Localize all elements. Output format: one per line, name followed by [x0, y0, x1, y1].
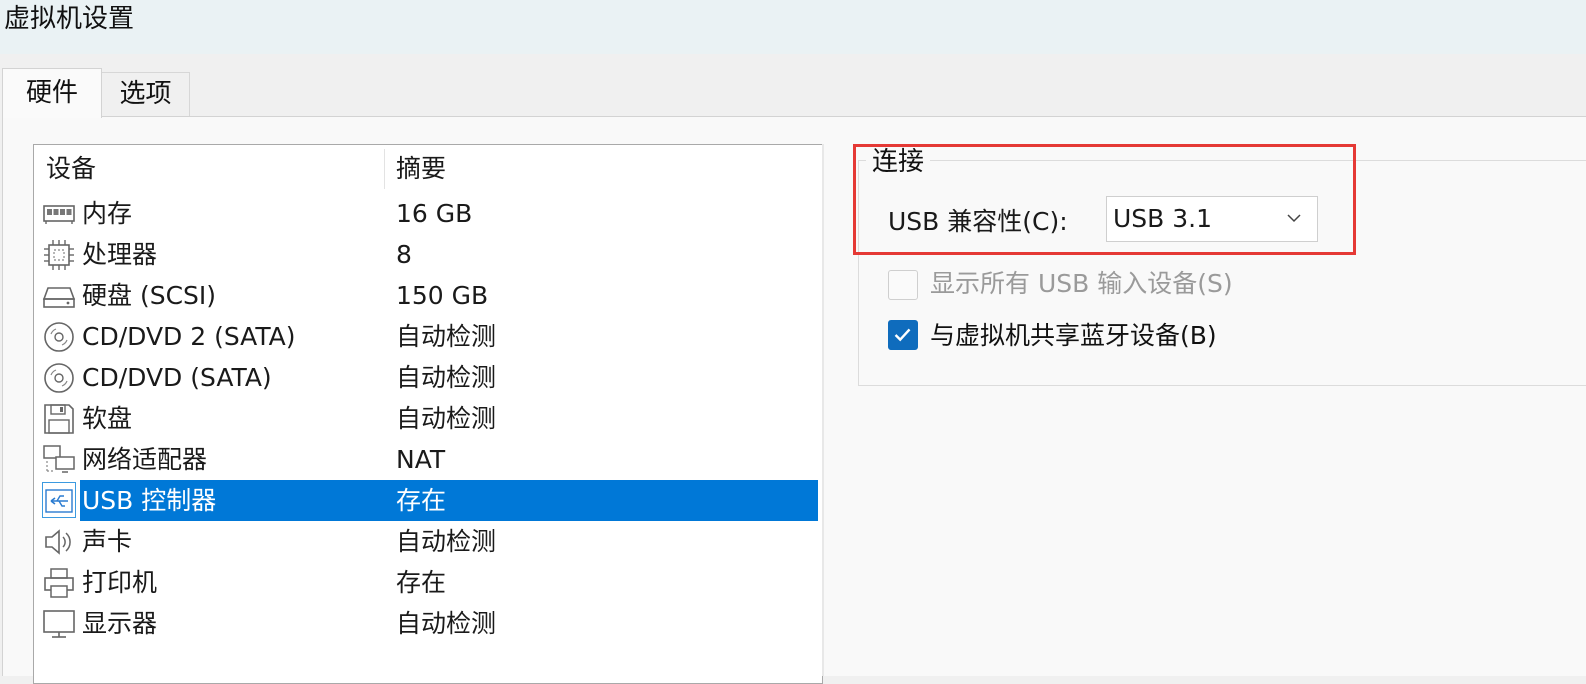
device-summary: 16 GB [396, 199, 473, 228]
connection-group-title: 连接 [866, 144, 931, 180]
hard-disk-icon [42, 287, 76, 308]
device-summary: 自动检测 [396, 404, 497, 433]
floppy-icon [44, 404, 74, 434]
device-summary: 存在 [396, 486, 447, 515]
tab-options[interactable]: 选项 [102, 72, 190, 116]
device-name: 内存 [82, 199, 133, 228]
usb-compatibility-select[interactable]: USB 3.1 [1106, 196, 1318, 242]
device-name: 显示器 [82, 609, 158, 638]
device-summary: 存在 [396, 568, 447, 597]
window-title: 虚拟机设置 [4, 4, 135, 34]
device-name: 打印机 [82, 568, 158, 597]
device-name: CD/DVD 2 (SATA) [82, 322, 296, 351]
column-header-device[interactable]: 设备 [46, 151, 96, 187]
chevron-down-icon [1287, 214, 1301, 223]
device-row-printer[interactable]: 打印机 存在 [34, 562, 822, 603]
device-name: 硬盘 (SCSI) [82, 281, 217, 310]
device-row-floppy[interactable]: 软盘 自动检测 [34, 398, 822, 439]
printer-icon [44, 568, 74, 598]
device-row-usb-controller[interactable]: USB 控制器 存在 [34, 480, 822, 521]
device-name: 声卡 [82, 527, 133, 556]
cd-dvd-icon [44, 322, 74, 352]
device-summary: 150 GB [396, 281, 489, 310]
device-name: 软盘 [82, 404, 133, 433]
usb-compatibility-value: USB 3.1 [1113, 204, 1213, 233]
column-header-summary[interactable]: 摘要 [396, 151, 446, 187]
usb-compatibility-label: USB 兼容性(C): [888, 207, 1068, 236]
device-summary: 自动检测 [396, 609, 497, 638]
show-all-usb-checkbox[interactable] [888, 270, 918, 300]
device-list-header: 设备 摘要 [34, 145, 822, 191]
memory-icon [43, 205, 75, 224]
device-name: 处理器 [82, 240, 158, 269]
device-row-sound-card[interactable]: 声卡 自动检测 [34, 521, 822, 562]
cpu-icon [44, 240, 74, 270]
device-summary: NAT [396, 445, 446, 474]
device-name: USB 控制器 [82, 486, 217, 515]
device-list[interactable]: 设备 摘要 内存 16 GB 处理器 8 硬盘 (SCSI) 150 GB CD… [33, 144, 823, 684]
device-row-memory[interactable]: 内存 16 GB [34, 193, 822, 234]
network-adapter-icon [43, 445, 75, 473]
device-name: 网络适配器 [82, 445, 208, 474]
device-row-network-adapter[interactable]: 网络适配器 NAT [34, 439, 822, 480]
column-divider[interactable] [384, 149, 385, 189]
share-bluetooth-label[interactable]: 与虚拟机共享蓝牙设备(B) [930, 316, 1217, 356]
splitter [822, 144, 824, 676]
device-row-cd-dvd-2[interactable]: CD/DVD 2 (SATA) 自动检测 [34, 316, 822, 357]
device-summary: 8 [396, 240, 412, 269]
share-bluetooth-checkbox[interactable] [888, 320, 918, 350]
show-all-usb-label[interactable]: 显示所有 USB 输入设备(S) [930, 264, 1233, 304]
device-summary: 自动检测 [396, 322, 497, 351]
device-row-processor[interactable]: 处理器 8 [34, 234, 822, 275]
checkmark-icon [894, 328, 911, 342]
tab-hardware[interactable]: 硬件 [2, 68, 102, 118]
speaker-icon [45, 529, 71, 555]
cd-dvd-icon [44, 363, 74, 393]
usb-icon [45, 489, 73, 513]
device-summary: 自动检测 [396, 363, 497, 392]
device-row-monitor[interactable]: 显示器 自动检测 [34, 603, 822, 644]
device-summary: 自动检测 [396, 527, 497, 556]
device-row-cd-dvd[interactable]: CD/DVD (SATA) 自动检测 [34, 357, 822, 398]
device-row-hard-disk[interactable]: 硬盘 (SCSI) 150 GB [34, 275, 822, 316]
title-bar: 虚拟机设置 [0, 0, 1586, 54]
device-name: CD/DVD (SATA) [82, 363, 272, 392]
monitor-icon [43, 610, 75, 638]
tab-strip [0, 54, 1586, 116]
